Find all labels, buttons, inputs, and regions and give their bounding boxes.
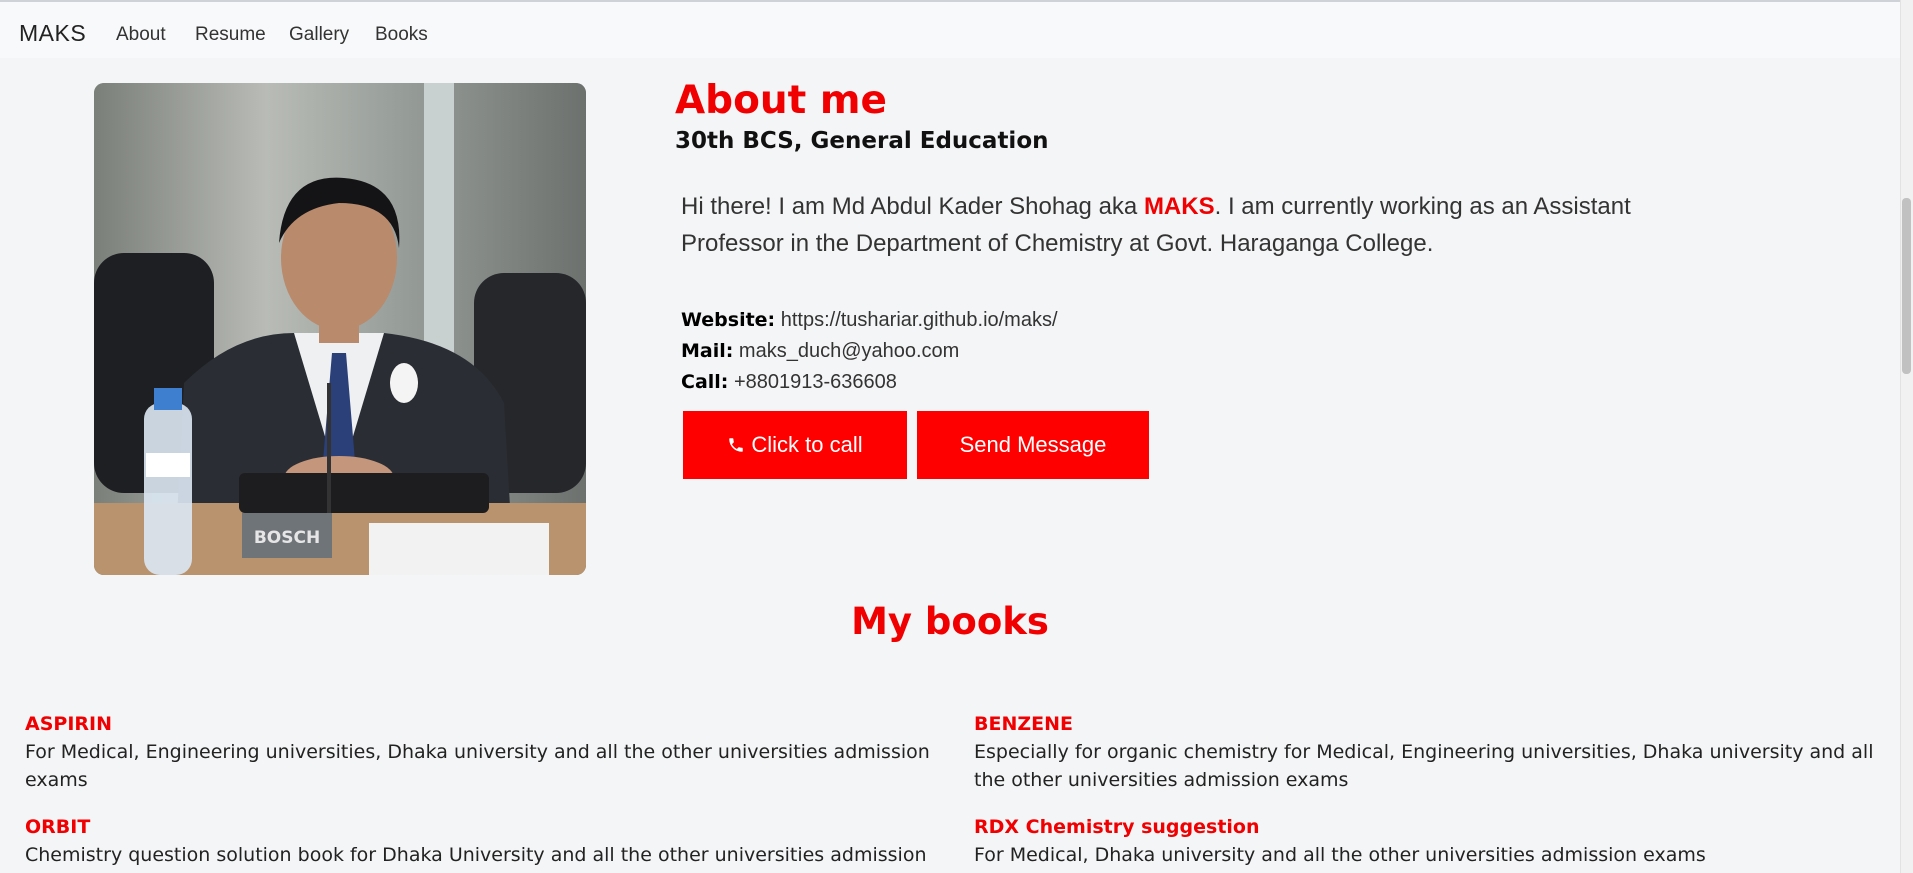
profile-photo-illustration: BOSCH <box>94 83 586 575</box>
svg-text:BOSCH: BOSCH <box>254 528 320 548</box>
nav-link-gallery[interactable]: Gallery <box>289 24 349 46</box>
book-title-benzene: BENZENE <box>974 713 1073 735</box>
intro-text-start: Hi there! I am Md Abdul Kader Shohag aka <box>681 193 1144 220</box>
click-to-call-button[interactable]: Click to call <box>683 411 907 479</box>
intro-highlight: MAKS <box>1143 193 1215 220</box>
book-title-aspirin: ASPIRIN <box>25 713 112 735</box>
books-section-title: My books <box>851 600 1049 643</box>
mail-value: maks_duch@yahoo.com <box>738 340 960 362</box>
mail-label: Mail: <box>681 340 734 362</box>
book-desc-rdx: For Medical, Dhaka university and all th… <box>974 844 1706 866</box>
about-subtitle: 30th BCS, General Education <box>675 128 1049 154</box>
phone-icon <box>729 438 744 452</box>
scrollbar-thumb[interactable] <box>1902 198 1911 374</box>
intro-paragraph: Hi there! I am Md Abdul Kader Shohag aka… <box>681 188 1721 262</box>
book-desc-aspirin: For Medical, Engineering universities, D… <box>25 741 930 791</box>
profile-photo: BOSCH <box>94 83 586 575</box>
call-label: Call: <box>681 371 729 393</box>
click-to-call-label: Click to call <box>751 432 863 457</box>
website-line: Website: https://tushariar.github.io/mak… <box>681 309 1058 332</box>
nav-link-books[interactable]: Books <box>375 24 428 46</box>
nav-link-resume[interactable]: Resume <box>195 24 266 46</box>
navbar: MAKS About Resume Gallery Books <box>0 2 1900 58</box>
about-title: About me <box>675 78 887 123</box>
mail-line: Mail: maks_duch@yahoo.com <box>681 340 959 363</box>
page-scrollbar[interactable] <box>1900 0 1913 873</box>
send-message-button[interactable]: Send Message <box>917 411 1149 479</box>
book-title-orbit: ORBIT <box>25 816 91 838</box>
book-desc-orbit: Chemistry question solution book for Dha… <box>25 844 927 866</box>
brand-logo[interactable]: MAKS <box>19 20 86 47</box>
website-value: https://tushariar.github.io/maks/ <box>780 309 1058 331</box>
book-title-rdx: RDX Chemistry suggestion <box>974 816 1260 838</box>
call-value: +8801913-636608 <box>733 371 897 393</box>
book-desc-benzene: Especially for organic chemistry for Med… <box>974 741 1874 791</box>
call-line: Call: +8801913-636608 <box>681 371 897 394</box>
nav-link-about[interactable]: About <box>116 24 166 46</box>
website-label: Website: <box>681 309 776 331</box>
send-message-label: Send Message <box>959 432 1107 457</box>
